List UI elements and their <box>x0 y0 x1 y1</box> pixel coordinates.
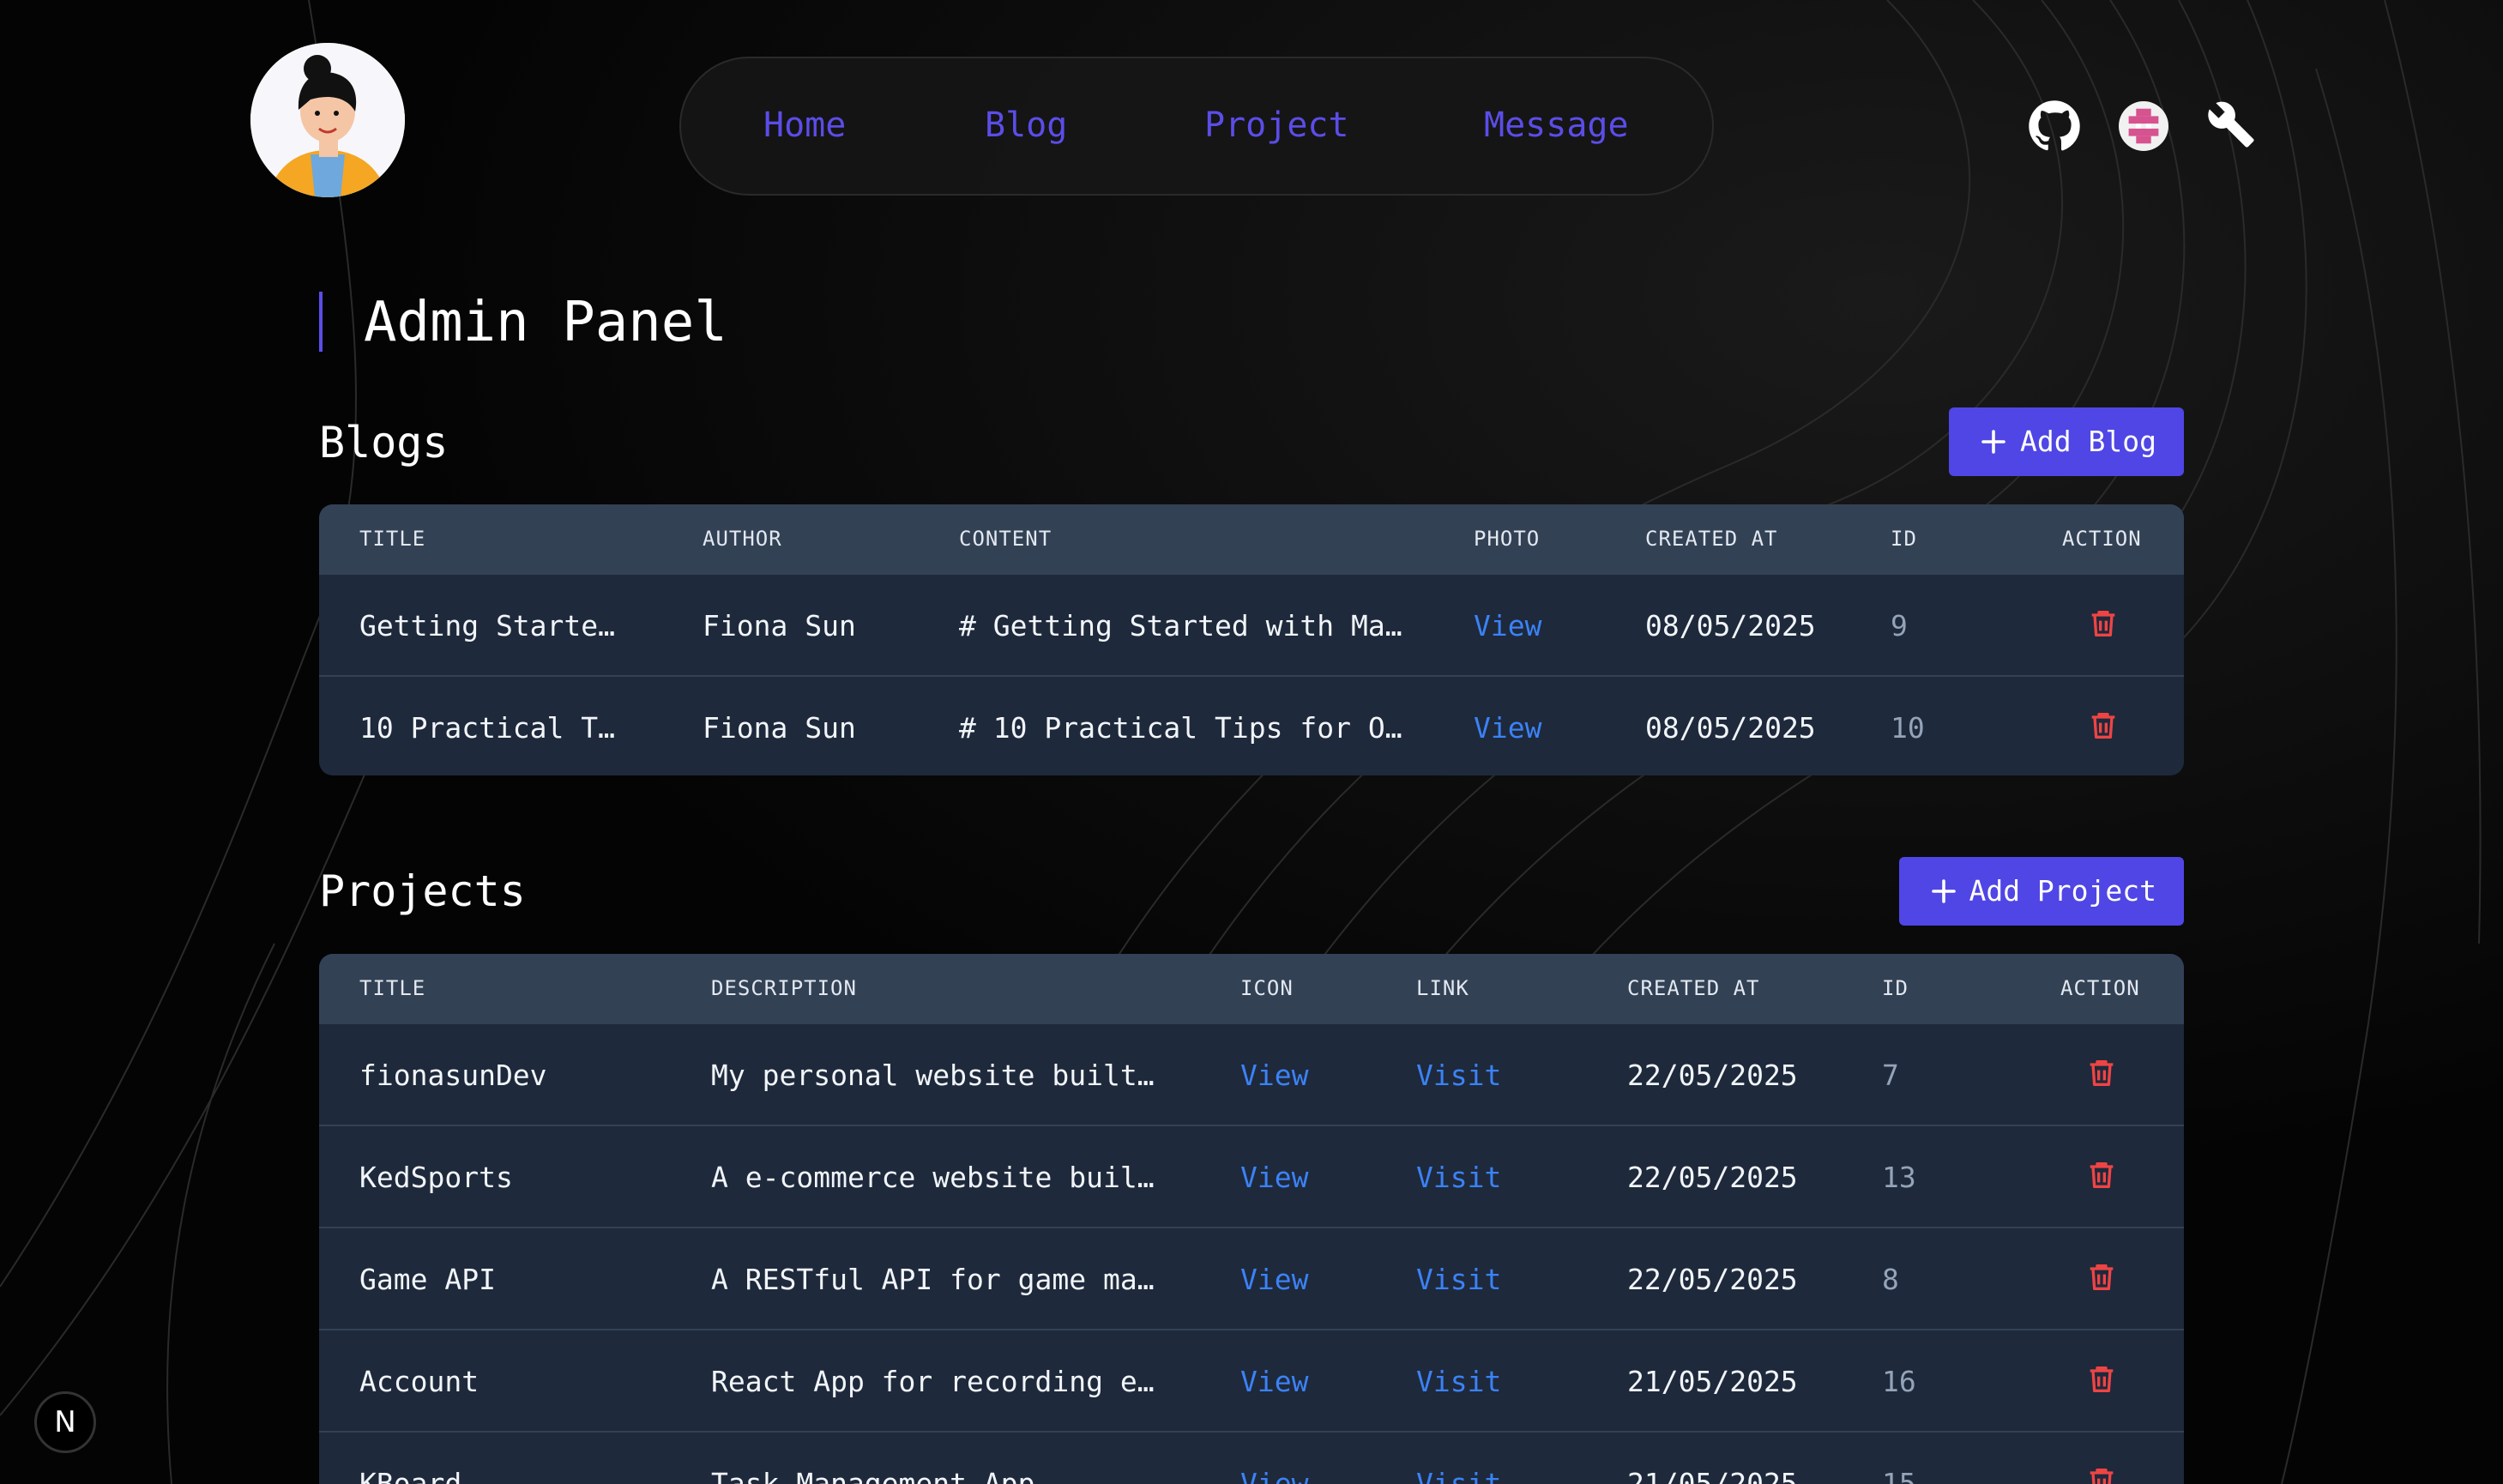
projects-section-title: Projects <box>319 866 526 916</box>
projects-table: TITLE DESCRIPTION ICON LINK CREATED AT I… <box>319 954 2184 1484</box>
blog-author: Fiona Sun <box>703 609 856 642</box>
col-title: TITLE <box>359 976 426 1000</box>
plus-icon <box>1932 879 1956 903</box>
table-row: KedSports A e-commerce website buil… Vie… <box>319 1125 2184 1227</box>
nav-project[interactable]: Project <box>1204 103 1349 148</box>
project-id: 8 <box>1882 1263 1899 1296</box>
nav-blog[interactable]: Blog <box>985 103 1067 148</box>
admin-page: Home Blog Project Message Admin Panel Bl… <box>0 0 2503 1484</box>
avatar-illustration <box>250 43 405 197</box>
project-description: A RESTful API for game ma… <box>711 1263 1155 1296</box>
project-created-at: 22/05/2025 <box>1627 1059 1798 1092</box>
page-title: Admin Panel <box>364 291 727 354</box>
blogs-section-title: Blogs <box>319 418 449 468</box>
add-blog-button[interactable]: Add Blog <box>1949 407 2184 476</box>
col-created-at: CREATED AT <box>1627 976 1760 1000</box>
col-content: CONTENT <box>959 527 1052 551</box>
blog-content: # 10 Practical Tips for O… <box>959 711 1402 745</box>
blog-id: 9 <box>1891 609 1908 642</box>
table-row: Getting Starte… Fiona Sun # Getting Star… <box>319 573 2184 675</box>
add-project-button[interactable]: Add Project <box>1899 857 2184 926</box>
project-visit-link[interactable]: Visit <box>1416 1228 1501 1330</box>
col-link: LINK <box>1416 976 1469 1000</box>
project-icon-view-link[interactable]: View <box>1240 1433 1308 1484</box>
blog-created-at: 08/05/2025 <box>1645 609 1816 642</box>
wrench-icon[interactable] <box>2206 100 2256 149</box>
trash-icon[interactable] <box>2084 1053 2119 1093</box>
col-id: ID <box>1891 527 1917 551</box>
project-visit-link[interactable]: Visit <box>1416 1024 1501 1126</box>
project-description: A e-commerce website buil… <box>711 1161 1155 1194</box>
profile-avatar[interactable] <box>250 43 405 197</box>
trash-icon[interactable] <box>2086 706 2120 745</box>
blogs-table-header: TITLE AUTHOR CONTENT PHOTO CREATED AT ID… <box>319 504 2184 573</box>
col-title: TITLE <box>359 527 426 551</box>
blog-photo-view-link[interactable]: View <box>1474 677 1541 775</box>
trash-icon[interactable] <box>2086 604 2120 643</box>
project-created-at: 21/05/2025 <box>1627 1467 1798 1484</box>
project-title: Game API <box>359 1263 496 1296</box>
project-created-at: 22/05/2025 <box>1627 1161 1798 1194</box>
add-project-label: Add Project <box>1969 874 2156 908</box>
nav-home[interactable]: Home <box>763 103 846 148</box>
project-description: Task Management App <box>711 1467 1035 1484</box>
project-visit-link[interactable]: Visit <box>1416 1330 1501 1433</box>
project-created-at: 21/05/2025 <box>1627 1365 1798 1398</box>
add-blog-label: Add Blog <box>2020 425 2156 458</box>
pixel-avatar-icon[interactable] <box>2119 101 2168 151</box>
nextjs-dev-badge[interactable]: N <box>34 1391 96 1453</box>
project-title: KBoard <box>359 1467 462 1484</box>
table-row: KBoard Task Management App View Visit 21… <box>319 1431 2184 1484</box>
github-icon[interactable] <box>2028 100 2081 153</box>
main-nav: Home Blog Project Message <box>679 57 1714 196</box>
trash-icon[interactable] <box>2084 1258 2119 1297</box>
col-action: ACTION <box>2060 976 2140 1000</box>
project-id: 13 <box>1882 1161 1916 1194</box>
table-row: Game API A RESTful API for game ma… View… <box>319 1227 2184 1329</box>
plus-icon <box>1981 430 2005 454</box>
col-author: AUTHOR <box>703 527 782 551</box>
project-icon-view-link[interactable]: View <box>1240 1330 1308 1433</box>
trash-icon[interactable] <box>2084 1462 2119 1484</box>
project-id: 15 <box>1882 1467 1916 1484</box>
title-accent-bar <box>319 292 323 352</box>
project-icon-view-link[interactable]: View <box>1240 1228 1308 1330</box>
col-action: ACTION <box>2062 527 2142 551</box>
col-description: DESCRIPTION <box>711 976 857 1000</box>
project-id: 7 <box>1882 1059 1899 1092</box>
table-row: Account React App for recording e… View … <box>319 1329 2184 1431</box>
project-visit-link[interactable]: Visit <box>1416 1126 1501 1228</box>
blog-title: Getting Starte… <box>359 609 616 642</box>
col-photo: PHOTO <box>1474 527 1541 551</box>
blog-photo-view-link[interactable]: View <box>1474 575 1541 677</box>
col-icon: ICON <box>1240 976 1294 1000</box>
project-title: fionasunDev <box>359 1059 547 1092</box>
project-created-at: 22/05/2025 <box>1627 1263 1798 1296</box>
trash-icon[interactable] <box>2084 1155 2119 1195</box>
col-id: ID <box>1882 976 1909 1000</box>
project-visit-link[interactable]: Visit <box>1416 1433 1501 1484</box>
blog-author: Fiona Sun <box>703 711 856 745</box>
project-title: Account <box>359 1365 479 1398</box>
trash-icon[interactable] <box>2084 1360 2119 1399</box>
nav-message[interactable]: Message <box>1484 103 1629 148</box>
table-row: 10 Practical T… Fiona Sun # 10 Practical… <box>319 675 2184 775</box>
project-icon-view-link[interactable]: View <box>1240 1126 1308 1228</box>
blog-id: 10 <box>1891 711 1925 745</box>
table-row: fionasunDev My personal website built… V… <box>319 1023 2184 1125</box>
project-icon-view-link[interactable]: View <box>1240 1024 1308 1126</box>
projects-table-header: TITLE DESCRIPTION ICON LINK CREATED AT I… <box>319 954 2184 1023</box>
blogs-table: TITLE AUTHOR CONTENT PHOTO CREATED AT ID… <box>319 504 2184 775</box>
blog-content: # Getting Started with Ma… <box>959 609 1402 642</box>
blog-title: 10 Practical T… <box>359 711 616 745</box>
col-created-at: CREATED AT <box>1645 527 1778 551</box>
project-description: React App for recording e… <box>711 1365 1155 1398</box>
project-id: 16 <box>1882 1365 1916 1398</box>
blog-created-at: 08/05/2025 <box>1645 711 1816 745</box>
project-title: KedSports <box>359 1161 513 1194</box>
project-description: My personal website built… <box>711 1059 1155 1092</box>
